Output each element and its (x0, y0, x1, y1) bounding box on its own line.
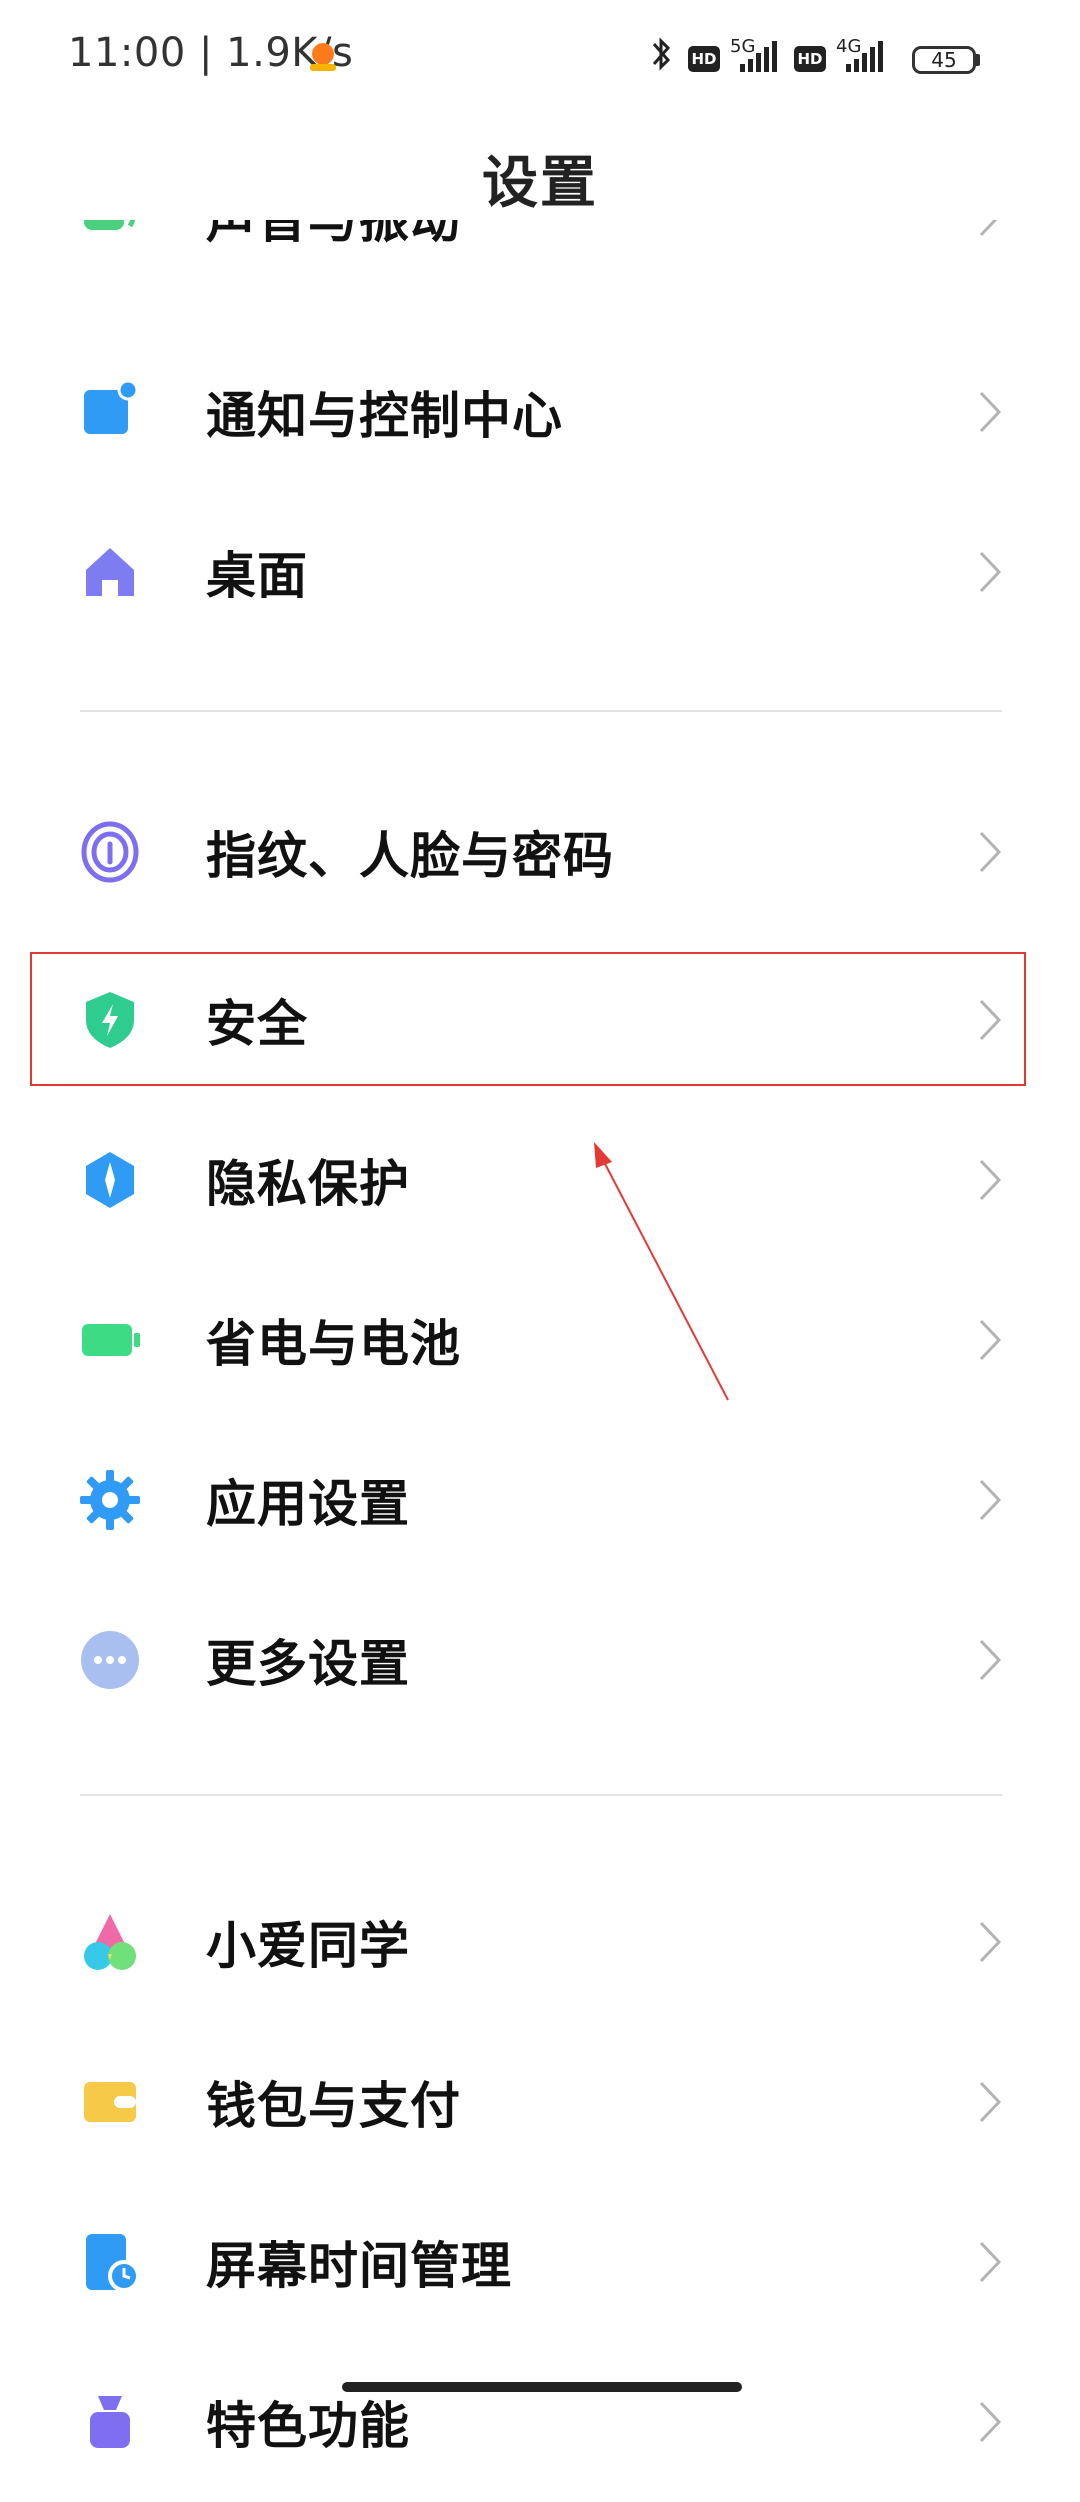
status-icons: HD 5G HD 4G 45 (650, 34, 1010, 84)
home-icon (78, 540, 142, 604)
signal-icon (734, 34, 784, 78)
settings-item-xiaoai[interactable]: 小爱同学 (0, 1862, 1080, 2022)
screen-time-icon (78, 2230, 142, 2294)
hd-badge-2: HD (794, 46, 826, 72)
home-indicator[interactable] (342, 2382, 742, 2392)
settings-item-home-screen[interactable]: 桌面 (0, 492, 1080, 652)
chevron-right-icon (976, 2079, 1004, 2125)
settings-item-label: 隐私保护 (206, 1155, 410, 1213)
wallet-icon (78, 2070, 142, 2134)
chevron-right-icon (976, 1477, 1004, 1523)
settings-item-label: 更多设置 (206, 1635, 410, 1693)
settings-item-label: 指纹、人脸与密码 (206, 827, 614, 885)
section-divider (80, 710, 1002, 712)
settings-item-label: 特色功能 (206, 2397, 410, 2455)
settings-item-wallet[interactable]: 钱包与支付 (0, 2022, 1080, 2182)
chevron-right-icon (976, 2399, 1004, 2445)
hd-badge: HD (688, 46, 720, 72)
battery-tip (976, 54, 980, 66)
app-notification-icon (306, 40, 340, 74)
bluetooth-icon (650, 34, 674, 78)
settings-item-label: 应用设置 (206, 1475, 410, 1533)
status-bar: 11:00 | 1.9K/s HD 5G HD 4G 45 (0, 0, 1080, 120)
section-divider (80, 1794, 1002, 1796)
settings-item-notifications[interactable]: 通知与控制中心 (0, 332, 1080, 492)
privacy-icon (78, 1148, 142, 1212)
chevron-right-icon (976, 389, 1004, 435)
settings-item-special[interactable]: 特色功能 (0, 2342, 1080, 2502)
battery-indicator: 45 (912, 46, 976, 74)
chevron-right-icon (976, 549, 1004, 595)
settings-item-label: 桌面 (206, 547, 308, 605)
settings-item-apps[interactable]: 应用设置 (0, 1420, 1080, 1580)
battery-icon (78, 1308, 142, 1372)
chevron-right-icon (976, 1317, 1004, 1363)
settings-item-label: 通知与控制中心 (206, 387, 563, 445)
settings-item-fingerprint[interactable]: 指纹、人脸与密码 (0, 772, 1080, 932)
settings-item-label: 小爱同学 (206, 1917, 410, 1975)
xiaoai-icon (78, 1910, 142, 1974)
settings-item-label: 钱包与支付 (206, 2077, 461, 2135)
notification-icon (78, 380, 142, 444)
signal-icon-2 (840, 34, 890, 78)
gear-icon (78, 1468, 142, 1532)
settings-item-privacy[interactable]: 隐私保护 (0, 1100, 1080, 1260)
settings-item-more[interactable]: 更多设置 (0, 1580, 1080, 1740)
more-icon (78, 1628, 142, 1692)
settings-item-battery[interactable]: 省电与电池 (0, 1260, 1080, 1420)
chevron-right-icon (976, 829, 1004, 875)
chevron-right-icon (976, 2239, 1004, 2285)
chevron-right-icon (976, 1157, 1004, 1203)
settings-item-label: 省电与电池 (206, 1315, 461, 1373)
chevron-right-icon (976, 1919, 1004, 1965)
fingerprint-icon (78, 820, 142, 884)
settings-item-label: 屏幕时间管理 (206, 2237, 512, 2295)
chevron-right-icon (976, 1637, 1004, 1683)
settings-item-screen-time[interactable]: 屏幕时间管理 (0, 2182, 1080, 2342)
highlight-box (30, 952, 1026, 1086)
page-title: 设置 (482, 151, 598, 216)
